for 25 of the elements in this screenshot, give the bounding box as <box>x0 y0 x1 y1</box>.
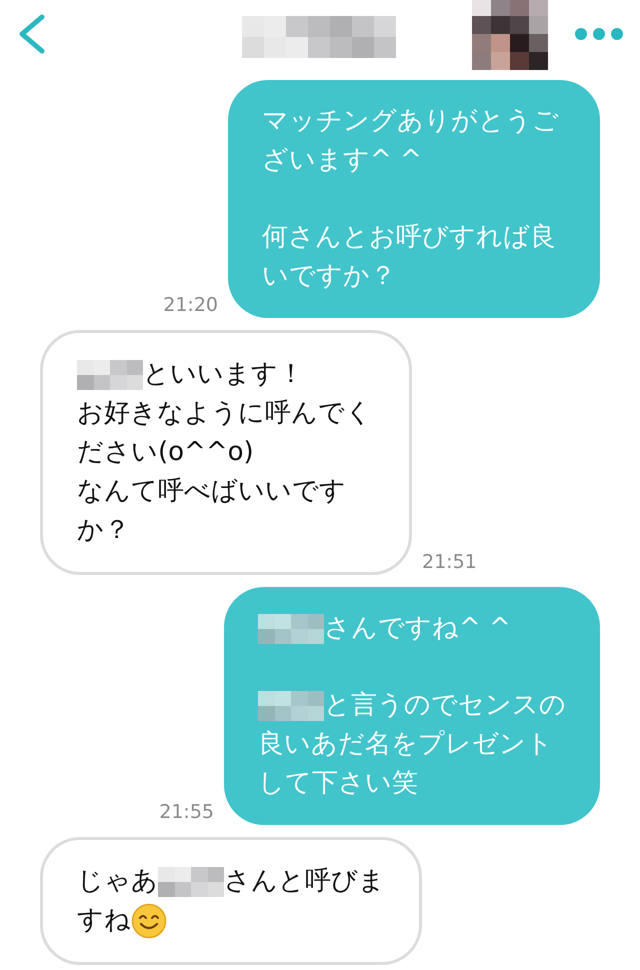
message-text: ざいます^ ^ <box>262 144 422 177</box>
message-text: と言うのでセンスの <box>324 689 566 722</box>
smiling-face-icon <box>131 902 167 938</box>
message-text: なんて呼べばいいです <box>77 475 346 508</box>
message-text: ださい(o^^o) <box>77 436 254 469</box>
message-text: か？ <box>77 514 130 547</box>
message-text: マッチングありがとうご <box>262 105 559 138</box>
redacted-name <box>258 614 324 644</box>
message-text: 何さんとお呼びすれば良 <box>262 221 556 254</box>
message-text: さんと呼びま <box>224 865 385 898</box>
message-text: さんですね^ ^ <box>324 612 511 645</box>
message-text: して下さい笑 <box>258 767 418 800</box>
redacted-name <box>258 690 324 720</box>
message-time: 21:55 <box>159 801 214 825</box>
message-time: 21:20 <box>163 294 218 318</box>
message-text: お好きなように呼んでく <box>77 397 372 430</box>
redacted-name <box>158 866 224 896</box>
message-text: じゃあ <box>77 865 158 898</box>
redacted-name <box>77 360 143 390</box>
message-text: すね <box>77 904 131 937</box>
message-time: 21:51 <box>422 551 477 575</box>
message-text: といいます！ <box>143 358 304 391</box>
message-text: いですか？ <box>262 260 396 293</box>
more-icon[interactable] <box>574 27 624 41</box>
message-text: 良いあだ名をプレゼント <box>258 728 553 761</box>
